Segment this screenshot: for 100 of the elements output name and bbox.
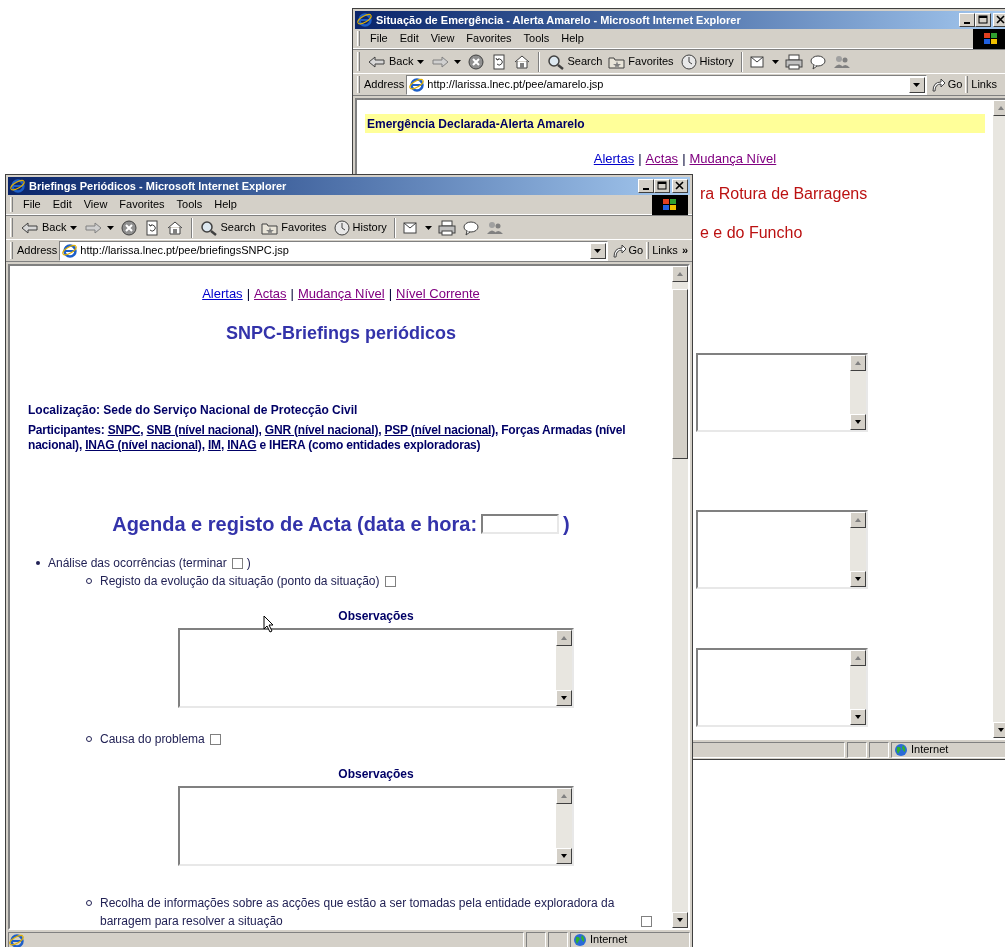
minimize-button[interactable] — [959, 13, 975, 27]
clock-icon — [332, 219, 351, 236]
menu-item[interactable]: Favorites — [113, 196, 171, 213]
scroll-down-button[interactable] — [672, 912, 688, 928]
close-button[interactable] — [993, 13, 1005, 27]
link[interactable]: INAG — [227, 437, 257, 452]
caret-icon[interactable] — [70, 225, 78, 230]
scroll-down-button[interactable] — [556, 689, 572, 706]
scroll-up-button[interactable] — [556, 787, 572, 804]
dropdown-button[interactable] — [589, 242, 606, 259]
go-button[interactable]: Go — [926, 76, 966, 93]
checkbox[interactable] — [209, 733, 221, 745]
link[interactable]: PSP (nível nacional) — [384, 422, 495, 437]
search-button[interactable]: Search — [198, 216, 258, 239]
text-area[interactable] — [696, 510, 868, 589]
nav-link[interactable]: Mudança Nível — [689, 149, 777, 169]
menu-item[interactable]: File — [17, 196, 47, 213]
nav-link[interactable]: Alertas — [202, 284, 243, 304]
search-button[interactable]: Search — [545, 50, 605, 73]
menu-item[interactable]: File — [364, 30, 394, 47]
arrow-down-icon — [560, 851, 568, 860]
separator-text: | — [682, 150, 686, 168]
scroll-up-button[interactable] — [850, 650, 866, 666]
caret-icon[interactable] — [107, 225, 115, 230]
link[interactable]: INAG (nível nacional) — [85, 437, 202, 452]
nav-link[interactable]: Actas — [645, 149, 679, 169]
scroll-down-button[interactable] — [556, 847, 572, 864]
separator-text: | — [388, 285, 393, 303]
alert-banner: Emergência Declarada-Alerta Amarelo — [365, 114, 985, 133]
maximize-button[interactable] — [975, 13, 991, 27]
history-button[interactable]: History — [330, 216, 389, 239]
printer-icon — [784, 53, 803, 70]
caret-icon[interactable] — [913, 82, 921, 87]
maximize-icon — [978, 15, 988, 25]
favorites-button[interactable]: Favorites — [606, 50, 676, 73]
arrow-down-icon — [854, 418, 862, 426]
scrollbar[interactable] — [556, 629, 572, 706]
scroll-up-button[interactable] — [993, 100, 1005, 116]
caret-icon[interactable] — [417, 59, 425, 64]
scrollbar[interactable] — [556, 787, 572, 864]
arrow-up-icon — [676, 270, 684, 278]
checkbox[interactable] — [231, 557, 243, 569]
menu-item[interactable]: Edit — [393, 30, 425, 47]
history-button[interactable]: History — [677, 50, 736, 73]
scroll-down-button[interactable] — [850, 571, 866, 587]
arrow-down-icon — [560, 693, 568, 702]
back-button[interactable]: Back — [18, 216, 80, 239]
link[interactable]: SNB (nível nacional) — [146, 422, 259, 437]
scroll-down-button[interactable] — [850, 709, 866, 725]
minimize-button[interactable] — [638, 179, 654, 193]
caret-icon[interactable] — [424, 225, 432, 230]
address-label: Address — [363, 77, 406, 93]
scroll-thumb[interactable] — [672, 289, 688, 459]
maximize-button[interactable] — [654, 179, 670, 193]
close-button[interactable] — [672, 179, 688, 193]
address-field[interactable]: http://larissa.lnec.pt/pee/amarelo.jsp — [406, 74, 927, 95]
nav-link[interactable]: Actas — [254, 284, 287, 304]
go-button[interactable]: Go — [607, 242, 647, 259]
menu-item[interactable]: Edit — [46, 196, 78, 213]
checkbox[interactable] — [384, 575, 396, 587]
menu-item[interactable]: Tools — [517, 30, 556, 47]
text-area[interactable] — [178, 627, 574, 708]
scrollbar[interactable] — [672, 266, 688, 928]
scrollbar[interactable] — [993, 100, 1005, 738]
caret-icon[interactable] — [594, 248, 601, 253]
links-button[interactable]: Links — [971, 76, 997, 93]
dropdown-button[interactable] — [908, 76, 925, 93]
menu-item[interactable]: Help — [555, 30, 590, 47]
text-area[interactable] — [696, 353, 868, 432]
text-area[interactable] — [178, 785, 574, 866]
scroll-up-button[interactable] — [672, 266, 688, 282]
nav-link[interactable]: Alertas — [593, 149, 635, 169]
nav-link[interactable]: Nível Corrente — [396, 284, 480, 304]
scroll-up-button[interactable] — [850, 355, 866, 371]
scrollbar[interactable] — [850, 512, 866, 587]
nav-link[interactable]: Mudança Nível — [297, 284, 385, 304]
menu-item[interactable]: View — [77, 196, 114, 213]
close-icon — [675, 181, 685, 191]
menu-item[interactable]: Tools — [170, 196, 209, 213]
scroll-down-button[interactable] — [850, 414, 866, 430]
browser-icon — [357, 12, 373, 28]
menu-item[interactable]: Favorites — [460, 30, 518, 47]
back-button[interactable]: Back — [365, 50, 427, 73]
scroll-up-button[interactable] — [850, 512, 866, 528]
scroll-up-button[interactable] — [556, 629, 572, 646]
menu-item[interactable]: Help — [208, 196, 243, 213]
date-time-field[interactable] — [481, 513, 560, 534]
link[interactable]: IM — [207, 437, 221, 452]
links-button[interactable]: Links — [652, 242, 678, 259]
address-field[interactable]: http://larissa.lnec.pt/pee/briefingsSNPC.jsp — [59, 240, 608, 261]
checkbox[interactable] — [641, 915, 652, 927]
text-area[interactable] — [696, 648, 868, 727]
caret-icon[interactable] — [454, 59, 462, 64]
scrollbar[interactable] — [850, 650, 866, 725]
chevron-button[interactable]: » — [677, 242, 692, 259]
favorites-button[interactable]: Favorites — [259, 216, 329, 239]
scroll-down-button[interactable] — [993, 722, 1005, 738]
menu-item[interactable]: View — [424, 30, 461, 47]
scrollbar[interactable] — [850, 355, 866, 430]
caret-icon[interactable] — [771, 59, 779, 64]
